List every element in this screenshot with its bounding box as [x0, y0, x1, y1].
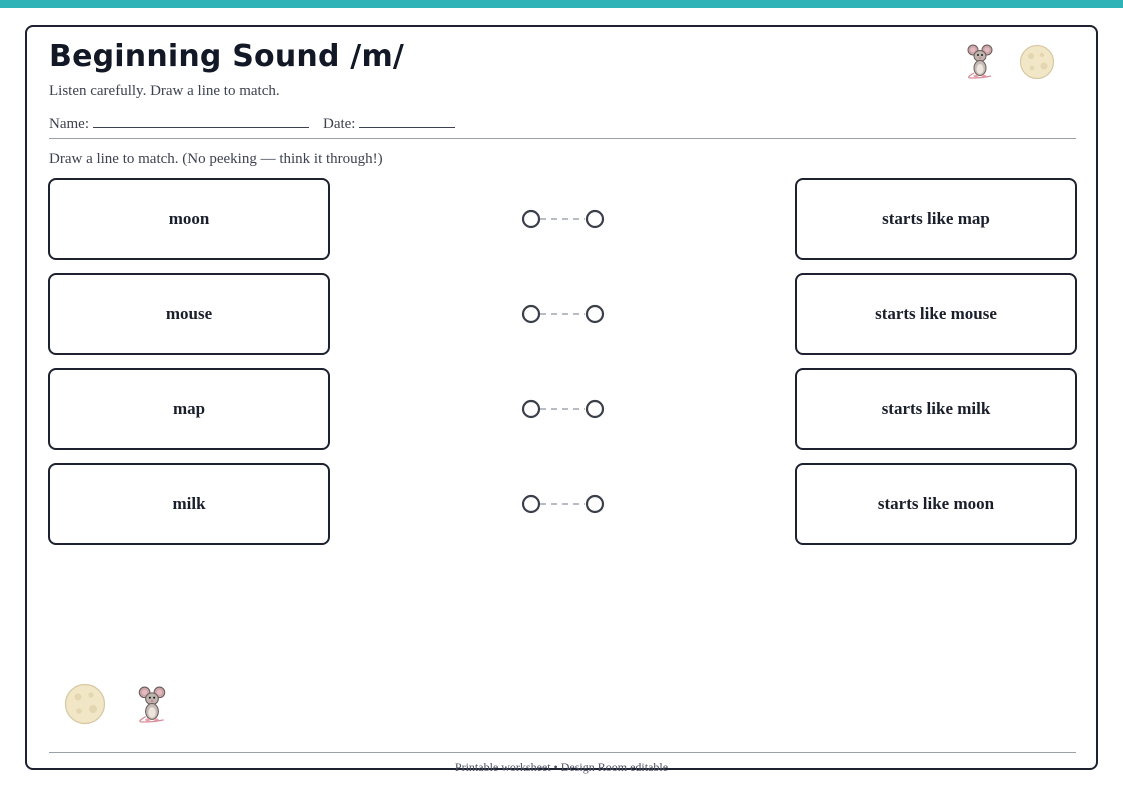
left-word-card[interactable]: map	[48, 368, 330, 450]
subtitle: Listen carefully. Draw a line to match.	[49, 83, 280, 99]
match-connector[interactable]	[519, 207, 605, 231]
footer-note: Printable worksheet • Design Room editab…	[454, 760, 669, 774]
right-match-card[interactable]: starts like mouse	[795, 273, 1077, 355]
right-match-card[interactable]: starts like moon	[795, 463, 1077, 545]
left-word-card[interactable]: moon	[48, 178, 330, 260]
date-label: Date:	[322, 116, 356, 132]
moon-icon	[1019, 44, 1055, 80]
mouse-icon	[138, 686, 166, 723]
right-match-card[interactable]: starts like map	[795, 178, 1077, 260]
footer-divider	[49, 752, 1076, 753]
header-divider	[49, 138, 1076, 139]
match-connector[interactable]	[519, 302, 605, 326]
moon-icon	[64, 683, 106, 725]
mouse-icon	[967, 44, 993, 79]
match-connector[interactable]	[519, 397, 605, 421]
name-date-row: Name: Date:	[49, 113, 456, 133]
instructions: Draw a line to match. (No peeking — thin…	[49, 151, 383, 167]
right-match-card[interactable]: starts like milk	[795, 368, 1077, 450]
worksheet-card: Beginning Sound /m/ Listen carefully. Dr…	[25, 25, 1098, 774]
name-blank[interactable]	[92, 113, 309, 128]
left-word-card[interactable]: milk	[48, 463, 330, 545]
match-connector[interactable]	[519, 492, 605, 516]
name-label: Name:	[49, 116, 89, 132]
page-title: Beginning Sound /m/	[49, 39, 405, 74]
date-blank[interactable]	[359, 113, 456, 128]
top-accent-bar	[0, 0, 1123, 8]
left-word-card[interactable]: mouse	[48, 273, 330, 355]
